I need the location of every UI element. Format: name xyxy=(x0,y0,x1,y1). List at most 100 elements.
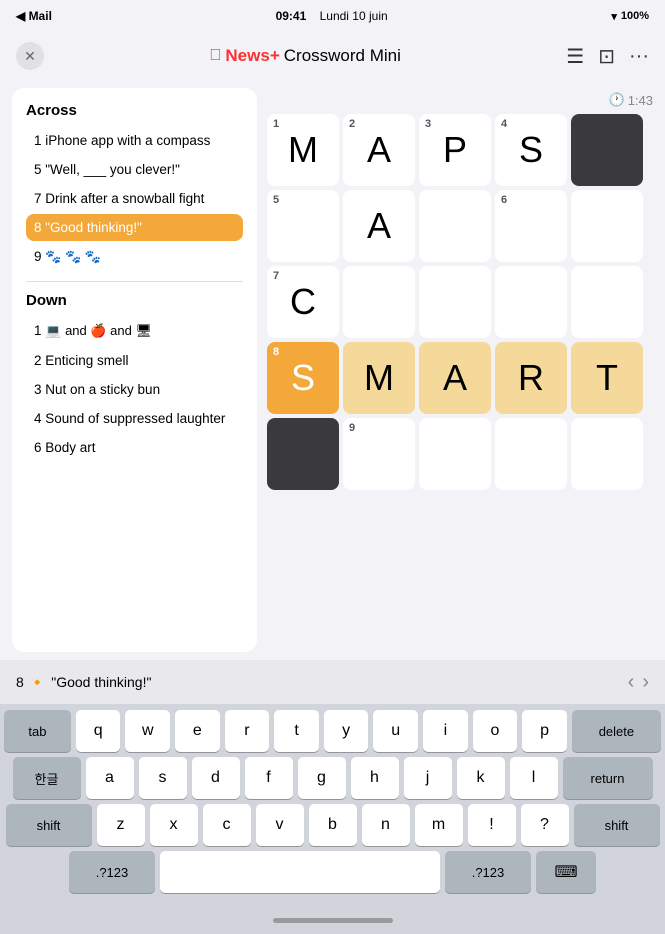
down-clue-6-text: Body art xyxy=(45,440,95,455)
prev-clue-arrow[interactable]: ‹ xyxy=(628,671,635,694)
key-.?123-3-0[interactable]: .?123 xyxy=(69,851,155,893)
next-clue-arrow[interactable]: › xyxy=(642,671,649,694)
key-e-0-3[interactable]: e xyxy=(175,710,220,752)
nav-right-icons: ☰ ⊡ ··· xyxy=(566,44,649,69)
cell-r3-c1[interactable]: M xyxy=(343,342,415,414)
key-b-2-5[interactable]: b xyxy=(309,804,357,846)
key-z-2-1[interactable]: z xyxy=(97,804,145,846)
cell-r4-c3[interactable] xyxy=(495,418,567,490)
cell-r3-c4[interactable]: T xyxy=(571,342,643,414)
cell-number-r2-c0: 7 xyxy=(273,270,279,282)
down-clue-3[interactable]: 3 Nut on a sticky bun xyxy=(26,376,243,403)
screen-icon[interactable]: ⊡ xyxy=(598,44,615,69)
key-n-2-6[interactable]: n xyxy=(362,804,410,846)
keyboard: tabqwertyuiopdelete 한글asdfghjklreturn shif… xyxy=(0,704,665,906)
key-k-1-8[interactable]: k xyxy=(457,757,505,799)
down-clue-1[interactable]: 1 💻 and 🍎 and 🖥 xyxy=(26,317,243,345)
cell-r0-c1[interactable]: 2A xyxy=(343,114,415,186)
across-clue-8-number: 8 xyxy=(34,220,45,235)
key-p-0-10[interactable]: p xyxy=(522,710,567,752)
bottom-clue-arrows: ‹ › xyxy=(628,671,649,694)
cell-r2-c1[interactable] xyxy=(343,266,415,338)
key-?-2-9[interactable]: ? xyxy=(521,804,569,846)
cell-r2-c2[interactable] xyxy=(419,266,491,338)
keyboard-row-2: shiftzxcvbnm!?shift xyxy=(4,804,661,846)
cell-r3-c3[interactable]: R xyxy=(495,342,567,414)
key-j-1-7[interactable]: j xyxy=(404,757,452,799)
down-clue-4-text: Sound of suppressed laughter xyxy=(45,411,225,426)
key-m-2-7[interactable]: m xyxy=(415,804,463,846)
across-clue-5[interactable]: 5 "Well, ___ you clever!" xyxy=(26,156,243,183)
key-g-1-5[interactable]: g xyxy=(298,757,346,799)
key-tab-0-0[interactable]: tab xyxy=(4,710,71,752)
key-o-0-9[interactable]: o xyxy=(473,710,518,752)
cell-r1-c1[interactable]: A xyxy=(343,190,415,262)
across-clue-8-text: "Good thinking!" xyxy=(45,220,142,235)
key-v-2-4[interactable]: v xyxy=(256,804,304,846)
cell-r2-c3[interactable] xyxy=(495,266,567,338)
timer-value: 1:43 xyxy=(628,93,653,108)
key-a-1-1[interactable]: a xyxy=(86,757,134,799)
cell-r0-c2[interactable]: 3P xyxy=(419,114,491,186)
cell-r3-c0[interactable]: 8S xyxy=(267,342,339,414)
key-l-1-9[interactable]: l xyxy=(510,757,558,799)
across-clue-1-number: 1 xyxy=(34,133,45,148)
down-clue-2[interactable]: 2 Enticing smell xyxy=(26,347,243,374)
cell-r1-c2[interactable] xyxy=(419,190,491,262)
down-clue-6[interactable]: 6 Body art xyxy=(26,434,243,461)
close-button[interactable]: ✕ xyxy=(16,42,44,70)
cell-r4-c1[interactable]: 9 xyxy=(343,418,415,490)
key-h-1-6[interactable]: h xyxy=(351,757,399,799)
cell-r0-c0[interactable]: 1M xyxy=(267,114,339,186)
cell-r4-c2[interactable] xyxy=(419,418,491,490)
close-icon: ✕ xyxy=(24,48,36,65)
key-shift-2-0[interactable]: shift xyxy=(6,804,92,846)
key-i-0-8[interactable]: i xyxy=(423,710,468,752)
key-delete-0-11[interactable]: delete xyxy=(572,710,661,752)
across-clue-9[interactable]: 9 🐾 🐾 🐾 xyxy=(26,243,243,271)
key-return-1-10[interactable]: return xyxy=(563,757,653,799)
cell-number-r3-c0: 8 xyxy=(273,346,279,358)
bottom-clue-label: "Good thinking!" xyxy=(51,674,151,690)
key-r-0-4[interactable]: r xyxy=(225,710,270,752)
key-s-1-2[interactable]: s xyxy=(139,757,187,799)
down-clue-4[interactable]: 4 Sound of suppressed laughter xyxy=(26,405,243,432)
key-y-0-6[interactable]: y xyxy=(324,710,369,752)
key-한글-1-0[interactable]: 한글 xyxy=(13,757,81,799)
key-⌨-3-3[interactable]: ⌨ xyxy=(536,851,596,893)
back-mail[interactable]: ◀ Mail xyxy=(16,9,52,23)
across-clue-1[interactable]: 1 iPhone app with a compass xyxy=(26,127,243,154)
down-clue-3-number: 3 xyxy=(34,382,45,397)
key-d-1-3[interactable]: d xyxy=(192,757,240,799)
cell-r1-c3[interactable]: 6 xyxy=(495,190,567,262)
down-clue-3-text: Nut on a sticky bun xyxy=(45,382,160,397)
key-.?123-3-2[interactable]: .?123 xyxy=(445,851,531,893)
key-q-0-1[interactable]: q xyxy=(76,710,121,752)
key-f-1-4[interactable]: f xyxy=(245,757,293,799)
key-space-3-1[interactable] xyxy=(160,851,440,893)
cell-r1-c4[interactable] xyxy=(571,190,643,262)
cell-r2-c0[interactable]: 7C xyxy=(267,266,339,338)
cell-r3-c2[interactable]: A xyxy=(419,342,491,414)
key-!-2-8[interactable]: ! xyxy=(468,804,516,846)
cell-r4-c4[interactable] xyxy=(571,418,643,490)
key-w-0-2[interactable]: w xyxy=(125,710,170,752)
cell-letter-r0-c2: P xyxy=(443,129,467,171)
key-shift-2-10[interactable]: shift xyxy=(574,804,660,846)
across-clue-5-text: "Well, ___ you clever!" xyxy=(45,162,180,177)
key-c-2-3[interactable]: c xyxy=(203,804,251,846)
across-clue-8[interactable]: 8 "Good thinking!" xyxy=(26,214,243,241)
key-x-2-2[interactable]: x xyxy=(150,804,198,846)
key-u-0-7[interactable]: u xyxy=(373,710,418,752)
cell-r0-c3[interactable]: 4S xyxy=(495,114,567,186)
more-icon[interactable]: ··· xyxy=(629,45,649,68)
keyboard-row-3: .?123.?123⌨ xyxy=(4,851,661,893)
list-icon[interactable]: ☰ xyxy=(566,44,584,69)
across-clue-1-text: iPhone app with a compass xyxy=(45,133,210,148)
wifi-icon: ▾ xyxy=(611,10,617,23)
across-clue-7[interactable]: 7 Drink after a snowball fight xyxy=(26,185,243,212)
cell-r1-c0[interactable]: 5 xyxy=(267,190,339,262)
cell-r2-c4[interactable] xyxy=(571,266,643,338)
key-t-0-5[interactable]: t xyxy=(274,710,319,752)
status-left: ◀ Mail xyxy=(16,9,52,23)
